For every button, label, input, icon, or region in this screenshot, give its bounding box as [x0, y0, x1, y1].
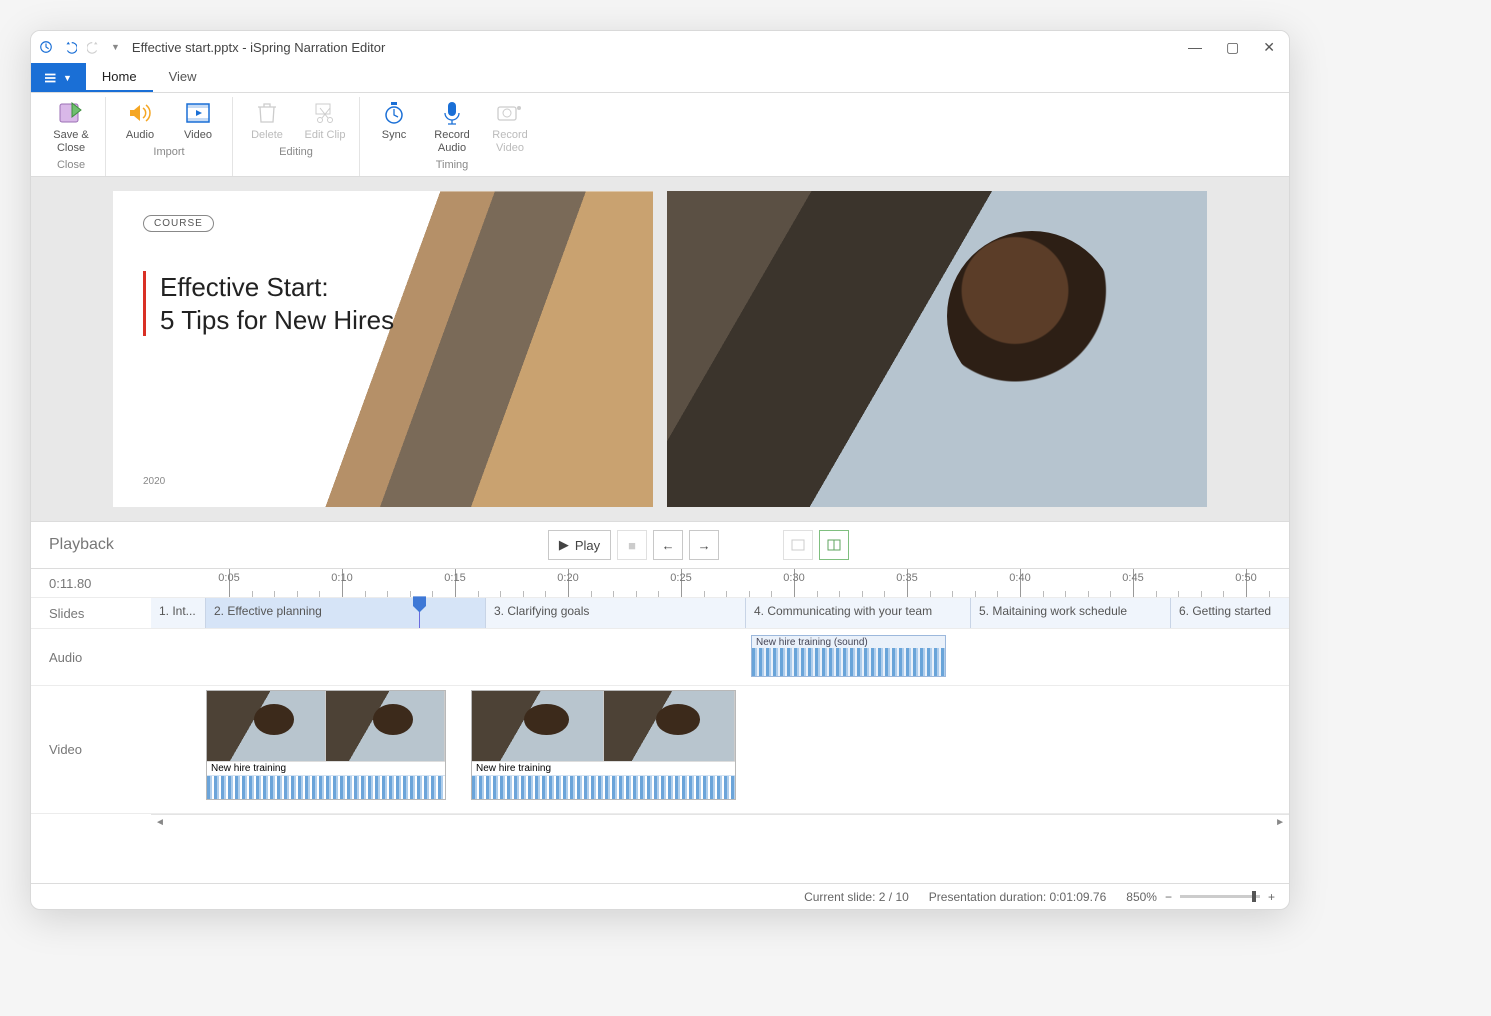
view-mode-1-button: [783, 530, 813, 560]
prev-slide-button[interactable]: ←: [653, 530, 683, 560]
playback-bar: Playback ▶Play ■ ← →: [31, 521, 1289, 568]
redo-icon[interactable]: [87, 40, 101, 54]
microphone-icon: [443, 99, 461, 127]
audio-clip[interactable]: New hire training (sound): [751, 635, 946, 677]
video-thumb: [472, 691, 604, 761]
slides-track[interactable]: 1. Int...2. Effective planning3. Clarify…: [151, 598, 1289, 628]
video-clip-1[interactable]: New hire training: [206, 690, 446, 800]
zoom-slider[interactable]: [1180, 895, 1260, 898]
group-import-label: Import: [153, 146, 184, 161]
tab-home[interactable]: Home: [86, 63, 153, 92]
next-slide-button[interactable]: →: [689, 530, 719, 560]
tab-view[interactable]: View: [153, 63, 213, 92]
ribbon-tabs: ▼ Home View: [31, 63, 1289, 93]
import-audio-button[interactable]: Audio: [116, 99, 164, 142]
record-audio-button[interactable]: Record Audio: [428, 99, 476, 155]
arrow-left-icon: ←: [662, 538, 675, 553]
edit-clip-button: Edit Clip: [301, 99, 349, 142]
trash-icon: [257, 99, 277, 127]
save-close-icon: [58, 99, 84, 127]
save-close-button[interactable]: Save & Close: [47, 99, 95, 155]
waveform: [752, 648, 945, 676]
slide-block-4[interactable]: 4. Communicating with your team: [746, 598, 971, 628]
file-tab[interactable]: ▼: [31, 63, 86, 92]
waveform: [207, 775, 445, 799]
slide-block-5[interactable]: 5. Maitaining work schedule: [971, 598, 1171, 628]
close-button[interactable]: ✕: [1263, 39, 1275, 56]
slide-preview[interactable]: COURSE Effective Start: 5 Tips for New H…: [113, 191, 653, 507]
audio-clip-label: New hire training (sound): [756, 637, 868, 648]
slide-year: 2020: [143, 476, 165, 487]
undo-icon[interactable]: [63, 40, 77, 54]
audio-row-label: Audio: [31, 629, 151, 685]
slides-row-label: Slides: [31, 598, 151, 628]
timeline: 0:11.80 0:050:100:150:200:250:300:350:40…: [31, 568, 1289, 883]
speaker-icon: [128, 99, 152, 127]
preview-area: COURSE Effective Start: 5 Tips for New H…: [31, 177, 1289, 521]
record-video-button: Record Video: [486, 99, 534, 155]
playhead-time: 0:11.80: [31, 569, 151, 597]
minimize-button[interactable]: —: [1188, 39, 1202, 56]
title-bar: ▼ Effective start.pptx - iSpring Narrati…: [31, 31, 1289, 63]
zoom-out-button[interactable]: −: [1165, 890, 1172, 904]
current-slide-status: Current slide: 2 / 10: [804, 890, 909, 904]
qat-dropdown-icon[interactable]: ▼: [111, 42, 120, 52]
stopwatch-icon: [383, 99, 405, 127]
stop-icon: ■: [628, 538, 636, 553]
narrator-video-preview[interactable]: [667, 191, 1207, 507]
playback-label: Playback: [49, 536, 114, 554]
stop-button: ■: [617, 530, 647, 560]
slide-block-1[interactable]: 1. Int...: [151, 598, 206, 628]
slide-view-icon: [791, 539, 805, 551]
scissors-icon: [314, 99, 336, 127]
scroll-left-icon[interactable]: ◄: [155, 817, 165, 828]
sync-button[interactable]: Sync: [370, 99, 418, 155]
group-close-label: Close: [57, 159, 85, 174]
play-button[interactable]: ▶Play: [548, 530, 611, 560]
status-bar: Current slide: 2 / 10 Presentation durat…: [31, 883, 1289, 909]
group-timing-label: Timing: [436, 159, 469, 174]
waveform: [472, 775, 735, 799]
split-view-icon: [827, 539, 841, 551]
play-icon: ▶: [559, 537, 569, 553]
video-clip-2[interactable]: New hire training: [471, 690, 736, 800]
duration-status: Presentation duration: 0:01:09.76: [929, 890, 1106, 904]
slide-title: Effective Start: 5 Tips for New Hires: [160, 271, 394, 336]
delete-button: Delete: [243, 99, 291, 142]
arrow-right-icon: →: [698, 538, 711, 553]
maximize-button[interactable]: ▢: [1226, 39, 1239, 56]
slide-block-6[interactable]: 6. Getting started: [1171, 598, 1289, 628]
ribbon: Save & Close Close Audio Video Import: [31, 93, 1289, 177]
window-title: Effective start.pptx - iSpring Narration…: [132, 40, 1188, 55]
view-mode-2-button[interactable]: [819, 530, 849, 560]
timeline-scrollbar[interactable]: ◄ ►: [151, 814, 1289, 832]
video-clip-label: New hire training: [472, 761, 735, 775]
audio-track[interactable]: New hire training (sound): [151, 629, 1289, 685]
slide-block-2[interactable]: 2. Effective planning: [206, 598, 486, 628]
slide-block-3[interactable]: 3. Clarifying goals: [486, 598, 746, 628]
slide-photo-placeholder: [313, 191, 653, 507]
time-ruler[interactable]: 0:050:100:150:200:250:300:350:400:450:50: [151, 569, 1289, 597]
video-thumb: [207, 691, 326, 761]
zoom-value: 850%: [1126, 890, 1157, 904]
app-window: ▼ Effective start.pptx - iSpring Narrati…: [30, 30, 1290, 910]
zoom-control[interactable]: 850% − +: [1126, 890, 1275, 904]
camera-icon: [497, 99, 523, 127]
video-clip-label: New hire training: [207, 761, 445, 775]
video-track[interactable]: New hire training New hire training: [151, 686, 1289, 806]
video-row-label: Video: [31, 686, 151, 813]
course-badge: COURSE: [143, 215, 214, 232]
scroll-right-icon[interactable]: ►: [1275, 817, 1285, 828]
import-video-button[interactable]: Video: [174, 99, 222, 142]
zoom-in-button[interactable]: +: [1268, 890, 1275, 904]
video-thumb: [326, 691, 445, 761]
video-thumb: [604, 691, 736, 761]
qat-clock-icon[interactable]: [39, 40, 53, 54]
film-icon: [186, 99, 210, 127]
group-editing-label: Editing: [279, 146, 313, 161]
